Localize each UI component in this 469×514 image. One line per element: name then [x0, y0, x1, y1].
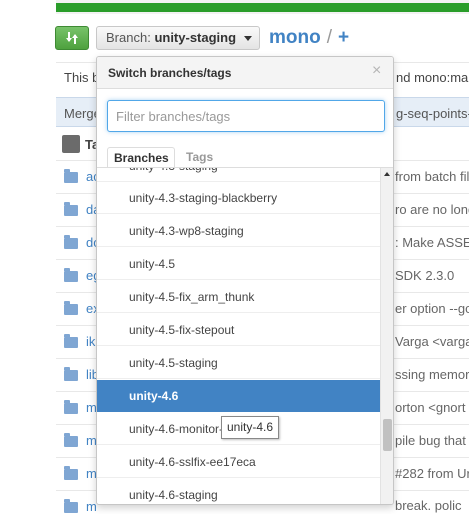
path-separator: /: [326, 27, 332, 48]
branch-item[interactable]: unity-4.5-fix_arm_thunk: [97, 281, 380, 313]
branch-item[interactable]: unity-4.6-staging: [97, 479, 380, 504]
file-message[interactable]: pile bug that: [395, 433, 466, 448]
compare-arrows-icon: [66, 32, 78, 44]
branch-item[interactable]: unity-4.3-staging: [97, 168, 380, 182]
repo-name-link[interactable]: mono: [269, 27, 321, 48]
top-bar-fill: [56, 3, 469, 12]
file-message[interactable]: break. polic: [395, 498, 461, 513]
branch-item[interactable]: unity-4.6-sslfix-ee17eca: [97, 446, 380, 478]
branch-item[interactable]: unity-4.3-staging-blackberry: [97, 182, 380, 214]
dropdown-title: Switch branches/tags: [108, 66, 232, 80]
branch-item[interactable]: unity-4.5: [97, 248, 380, 280]
file-message[interactable]: er option --gc: [395, 301, 469, 316]
folder-icon: [64, 169, 78, 183]
filter-input[interactable]: [108, 101, 384, 131]
branch-tooltip: unity-4.6: [221, 416, 280, 439]
avatar[interactable]: [62, 135, 80, 153]
branch-item[interactable]: unity-4.5-staging: [97, 347, 380, 379]
add-file-button[interactable]: +: [338, 27, 349, 48]
repo-title: mono / +: [269, 26, 349, 50]
file-message[interactable]: : Make ASSE: [395, 235, 469, 250]
branch-item-selected[interactable]: unity-4.6: [97, 380, 380, 412]
filter-field[interactable]: [107, 100, 385, 132]
branch-list: unity-4.3-staging unity-4.3-staging-blac…: [97, 168, 380, 504]
folder-icon: [64, 235, 78, 249]
folder-icon: [64, 499, 78, 513]
current-branch-name: unity-staging: [154, 30, 237, 45]
caret-down-icon: [243, 36, 252, 42]
folder-icon: [64, 334, 78, 348]
folder-icon: [64, 433, 78, 447]
compare-info-text: This b: [64, 70, 100, 85]
file-message[interactable]: #282 from Ur: [395, 466, 469, 481]
close-icon[interactable]: ×: [372, 63, 381, 79]
folder-icon: [64, 202, 78, 216]
file-name[interactable]: ik: [86, 334, 95, 349]
file-message[interactable]: from batch fil: [395, 169, 469, 184]
merge-text-right: g-seq-points-f: [396, 106, 469, 121]
compare-info-text-right: nd mono:ma: [396, 70, 469, 85]
file-message[interactable]: Varga <varga: [395, 334, 469, 349]
file-message[interactable]: ssing memory: [395, 367, 469, 382]
branch-select-button[interactable]: Branch: unity-staging: [96, 26, 260, 50]
scroll-up-arrow-icon[interactable]: [384, 172, 390, 176]
compare-button[interactable]: [55, 26, 89, 50]
folder-icon: [64, 268, 78, 282]
folder-icon: [64, 400, 78, 414]
folder-icon: [64, 466, 78, 480]
branch-item[interactable]: unity-4.3-wp8-staging: [97, 215, 380, 247]
file-message[interactable]: SDK 2.3.0: [395, 268, 454, 283]
scrollbar-thumb[interactable]: [383, 419, 392, 451]
file-message[interactable]: orton <gnort: [395, 400, 465, 415]
file-message[interactable]: ro are no long: [395, 202, 469, 217]
tab-tags[interactable]: Tags: [186, 147, 213, 168]
folder-icon: [64, 367, 78, 381]
tab-branches[interactable]: Branches: [107, 147, 175, 168]
branch-list-scrollbar[interactable]: [380, 168, 393, 504]
branch-label: Branch:: [106, 30, 151, 45]
branch-item[interactable]: unity-4.5-fix-stepout: [97, 314, 380, 346]
folder-icon: [64, 301, 78, 315]
